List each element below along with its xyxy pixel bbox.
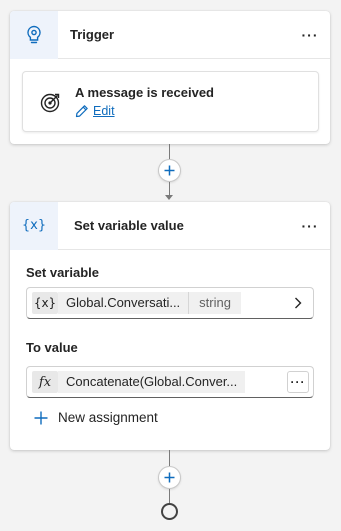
plus-icon: [164, 165, 175, 176]
connector-arrow: [165, 195, 173, 200]
connector-line-end-top: [169, 450, 170, 466]
plus-icon: [34, 411, 48, 424]
set-variable-node[interactable]: {x} Set variable value ··· Set variable …: [10, 201, 330, 450]
plus-icon: [164, 472, 175, 483]
variable-name: Global.Conversati...: [58, 292, 189, 314]
trigger-icon-box: [10, 10, 58, 59]
value-more-button[interactable]: ···: [287, 371, 309, 393]
variable-chip-icon: {x}: [32, 292, 58, 314]
chevron-right-icon[interactable]: [291, 296, 305, 310]
fx-icon: fx: [32, 371, 58, 393]
end-node: [161, 503, 178, 520]
connector-line-bottom: [169, 182, 170, 196]
lightbulb-pin-icon: [27, 25, 41, 43]
variable-icon: {x}: [21, 218, 47, 233]
trigger-event-label: A message is received: [75, 85, 214, 100]
connector-line-end-bottom: [169, 489, 170, 503]
to-value-label: To value: [26, 340, 78, 355]
set-variable-header: {x} Set variable value ···: [10, 201, 330, 250]
trigger-more-button[interactable]: ···: [300, 25, 320, 45]
variable-picker[interactable]: {x} Global.Conversati... string: [26, 287, 314, 319]
trigger-header: Trigger ···: [10, 10, 330, 59]
add-node-button-2[interactable]: [158, 466, 181, 489]
set-variable-title: Set variable value: [74, 218, 184, 233]
variable-type: string: [188, 292, 241, 314]
set-variable-label: Set variable: [26, 265, 99, 280]
set-variable-more-button[interactable]: ···: [300, 216, 320, 236]
connector-line-top: [169, 144, 170, 159]
edit-label: Edit: [93, 104, 115, 118]
pencil-icon: [75, 105, 88, 118]
new-assignment-label: New assignment: [58, 410, 158, 425]
variable-icon-box: {x}: [10, 201, 58, 250]
value-expression: Concatenate(Global.Conver...: [58, 371, 246, 393]
trigger-node[interactable]: Trigger ··· A message is received Edit: [10, 10, 330, 144]
add-node-button-1[interactable]: [158, 159, 181, 182]
edit-trigger-link[interactable]: Edit: [75, 104, 115, 118]
trigger-event-card[interactable]: A message is received Edit: [22, 71, 319, 132]
trigger-title: Trigger: [70, 27, 115, 42]
value-formula-field[interactable]: fx Concatenate(Global.Conver... ···: [26, 366, 314, 398]
target-icon: [40, 93, 60, 113]
new-assignment-button[interactable]: New assignment: [34, 410, 158, 425]
